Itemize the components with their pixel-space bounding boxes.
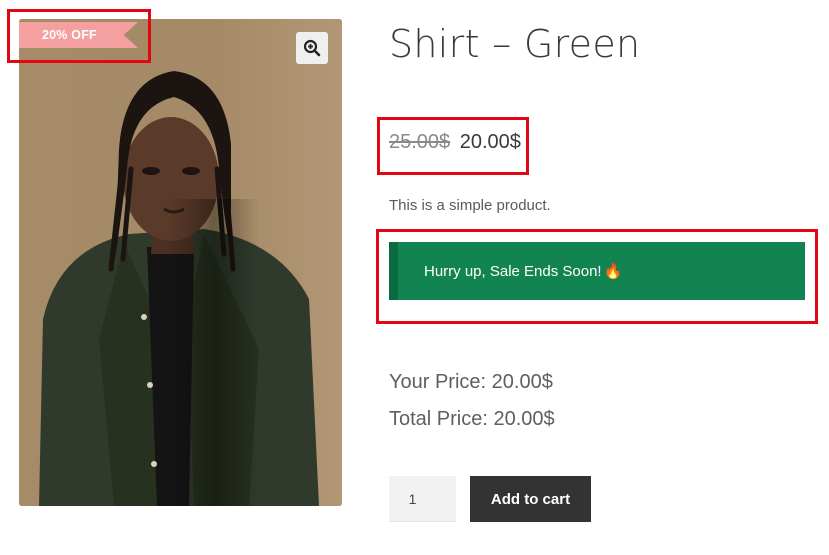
sale-notice: Hurry up, Sale Ends Soon! 🔥 <box>389 242 805 300</box>
fire-icon: 🔥 <box>603 263 623 280</box>
regular-price: 25.00$ <box>389 131 451 153</box>
add-to-cart-button[interactable]: Add to cart <box>470 476 591 522</box>
sale-notice-text: Hurry up, Sale Ends Soon! <box>424 262 602 280</box>
product-photo <box>19 19 342 506</box>
your-price: Your Price: 20.00$ <box>389 371 553 393</box>
short-description: This is a simple product. <box>389 197 551 214</box>
product-title: Shirt – Green <box>389 22 641 66</box>
zoom-in-icon <box>303 39 321 57</box>
quantity-input[interactable] <box>389 476 456 522</box>
price: 25.00$ 20.00$ <box>389 131 521 154</box>
zoom-button[interactable] <box>296 32 328 64</box>
product-image[interactable] <box>19 19 342 506</box>
total-price: Total Price: 20.00$ <box>389 408 555 430</box>
sale-price: 20.00$ <box>459 131 521 153</box>
highlight-sale-badge <box>7 9 151 63</box>
